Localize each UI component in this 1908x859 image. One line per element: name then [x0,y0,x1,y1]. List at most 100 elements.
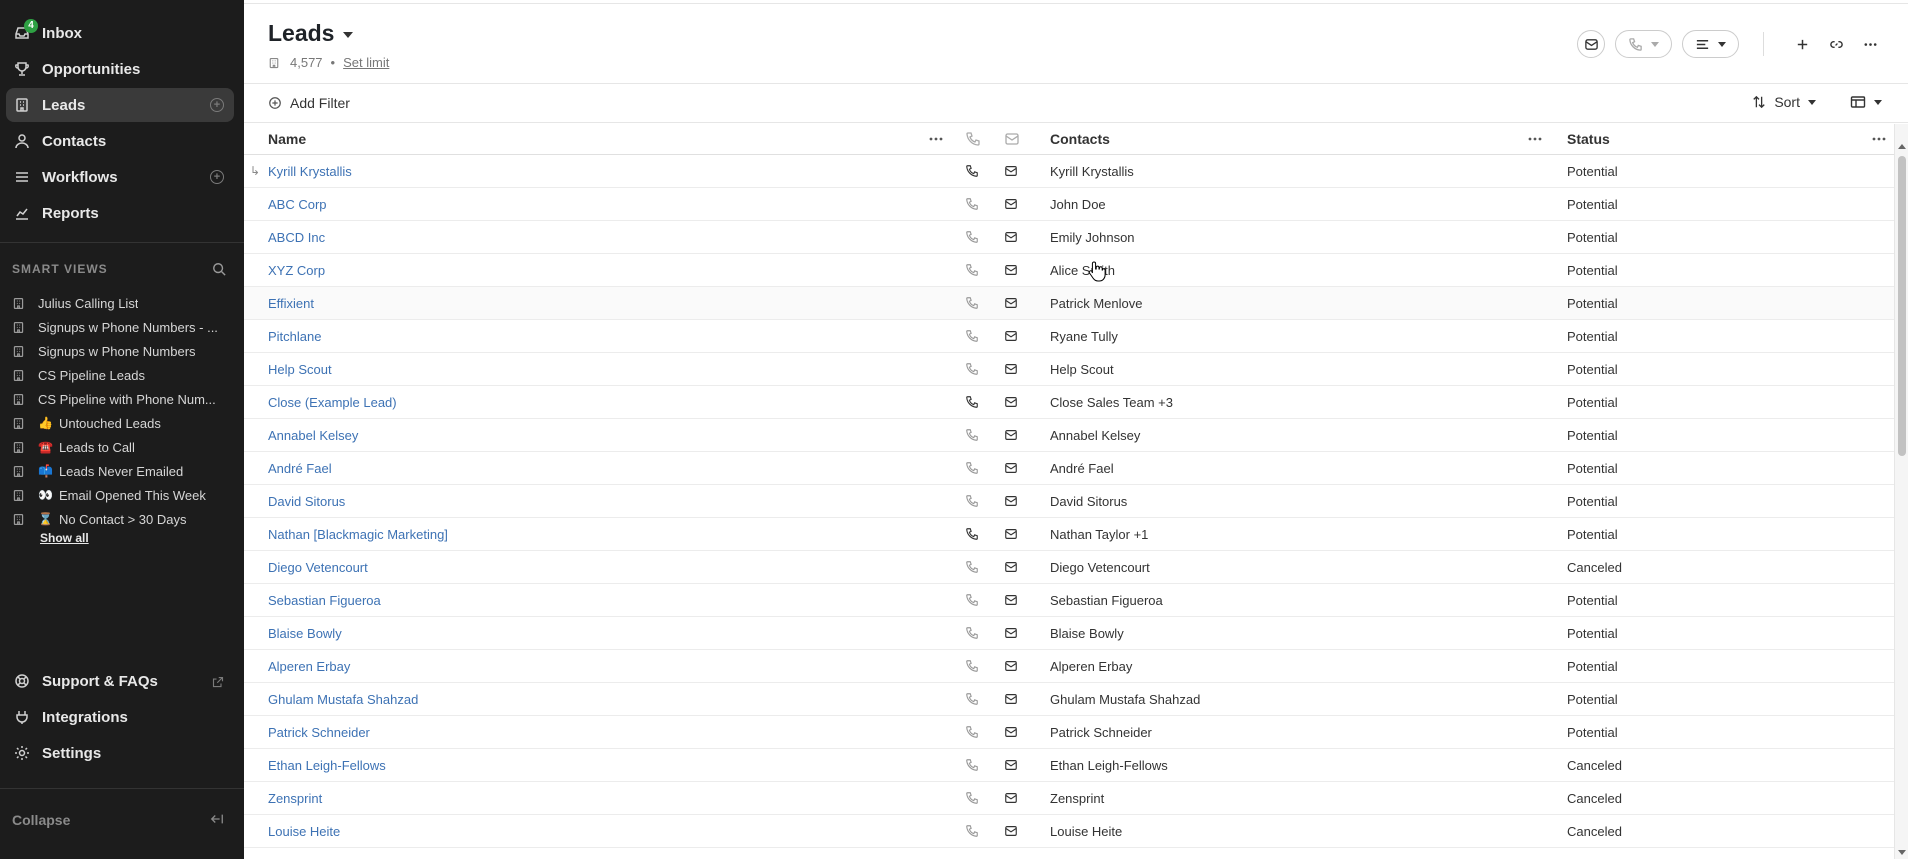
smart-view-item[interactable]: ⌛ No Contact > 30 Days [0,507,244,531]
lead-name-link[interactable]: Close (Example Lead) [268,395,397,410]
chevron-down-icon[interactable] [343,31,354,38]
copy-link-button[interactable] [1822,30,1850,58]
contact-name[interactable]: Patrick Menlove [1050,296,1142,311]
contact-name[interactable]: Ethan Leigh-Fellows [1050,758,1168,773]
mail-icon[interactable] [1004,758,1018,772]
call-button[interactable] [1615,30,1672,58]
table-row[interactable]: Patrick Schneider Patrick Schneider Potent… [244,716,1908,749]
table-row[interactable]: Alperen Erbay Alperen Erbay Potential [244,650,1908,683]
table-row[interactable]: Diego Vetencourt Diego Vetencourt Canceled [244,551,1908,584]
contact-name[interactable]: Alperen Erbay [1050,659,1132,674]
phone-icon[interactable] [965,791,979,805]
mail-icon[interactable] [1004,362,1018,376]
mail-icon[interactable] [1004,296,1018,310]
mail-icon[interactable] [1004,527,1018,541]
lead-name-link[interactable]: Kyrill Krystallis [268,164,352,179]
phone-icon[interactable] [965,626,979,640]
nav-workflows[interactable]: Workflows + [6,160,234,194]
table-row[interactable]: André Fael André Fael Potential [244,452,1908,485]
phone-icon[interactable] [965,560,979,574]
mail-icon[interactable] [1004,329,1018,343]
mail-icon[interactable] [1004,824,1018,838]
smart-view-item[interactable]: Signups w Phone Numbers - ... [0,315,244,339]
phone-icon[interactable] [965,692,979,706]
nav-integrations[interactable]: Integrations [6,700,234,734]
mail-icon[interactable] [1004,791,1018,805]
phone-icon[interactable] [965,164,979,178]
phone-icon[interactable] [965,362,979,376]
scroll-up-icon[interactable] [1898,144,1906,149]
lead-name-link[interactable]: Ghulam Mustafa Shahzad [268,692,418,707]
phone-icon[interactable] [965,593,979,607]
contact-name[interactable]: Nathan Taylor +1 [1050,527,1148,542]
phone-icon[interactable] [965,428,979,442]
collapse-button[interactable]: Collapse [0,788,244,859]
smart-view-item[interactable]: CS Pipeline Leads [0,363,244,387]
table-row[interactable]: Pitchlane Ryane Tully Potential [244,320,1908,353]
sort-button[interactable]: Sort [1752,94,1816,110]
lead-name-link[interactable]: Louise Heite [268,824,340,839]
smart-view-item[interactable]: 👍 Untouched Leads [0,411,244,435]
bulk-actions-button[interactable] [1682,30,1739,58]
contact-name[interactable]: David Sitorus [1050,494,1127,509]
smart-view-item[interactable]: ☎️ Leads to Call [0,435,244,459]
contact-name[interactable]: Zensprint [1050,791,1104,806]
lead-name-link[interactable]: ABC Corp [268,197,327,212]
mail-icon[interactable] [1004,197,1018,211]
lead-name-link[interactable]: Alperen Erbay [268,659,350,674]
table-row[interactable]: Nathan [Blackmagic Marketing] Nathan Tayl… [244,518,1908,551]
smart-view-item[interactable]: Julius Calling List [0,291,244,315]
smart-view-item[interactable]: CS Pipeline with Phone Num... [0,387,244,411]
lead-name-link[interactable]: Effixient [268,296,314,311]
phone-icon[interactable] [965,494,979,508]
phone-icon[interactable] [965,824,979,838]
phone-icon[interactable] [965,461,979,475]
table-row[interactable]: ABCD Inc Emily Johnson Potential [244,221,1908,254]
lead-name-link[interactable]: Help Scout [268,362,332,377]
nav-settings[interactable]: Settings [6,736,234,770]
lead-name-link[interactable]: XYZ Corp [268,263,325,278]
table-row[interactable]: Help Scout Help Scout Potential [244,353,1908,386]
more-horizontal-icon[interactable] [928,131,944,147]
scroll-thumb[interactable] [1898,156,1906,456]
contact-name[interactable]: Diego Vetencourt [1050,560,1150,575]
table-row[interactable]: Effixient Patrick Menlove Potential [244,287,1908,320]
more-horizontal-icon[interactable] [1527,131,1543,147]
phone-icon[interactable] [965,197,979,211]
smart-view-item[interactable]: 👀 Email Opened This Week [0,483,244,507]
lead-name-link[interactable]: Nathan [Blackmagic Marketing] [268,527,448,542]
lead-name-link[interactable]: Blaise Bowly [268,626,342,641]
nav-opportunities[interactable]: Opportunities [6,52,234,86]
scroll-down-icon[interactable] [1898,850,1906,855]
lead-name-link[interactable]: André Fael [268,461,332,476]
more-button[interactable] [1856,30,1884,58]
table-row[interactable]: Sebastian Figueroa Sebastian Figueroa Pote… [244,584,1908,617]
lead-name-link[interactable]: David Sitorus [268,494,345,509]
mail-icon[interactable] [1004,164,1018,178]
mail-icon[interactable] [1004,461,1018,475]
lead-name-link[interactable]: Diego Vetencourt [268,560,368,575]
page-title[interactable]: Leads [268,20,334,47]
table-row[interactable]: Ethan Leigh-Fellows Ethan Leigh-Fellows Ca… [244,749,1908,782]
phone-icon[interactable] [965,758,979,772]
nav-leads[interactable]: Leads + [6,88,234,122]
bulk-email-button[interactable] [1577,30,1605,58]
table-row[interactable]: Annabel Kelsey Annabel Kelsey Potential [244,419,1908,452]
table-row[interactable]: ABC Corp John Doe Potential [244,188,1908,221]
show-all-link[interactable]: Show all [0,531,244,551]
mail-icon[interactable] [1004,230,1018,244]
lead-name-link[interactable]: Pitchlane [268,329,321,344]
smart-view-item[interactable]: Signups w Phone Numbers [0,339,244,363]
search-icon[interactable] [212,262,226,276]
phone-icon[interactable] [965,296,979,310]
contact-name[interactable]: Sebastian Figueroa [1050,593,1163,608]
contact-name[interactable]: Blaise Bowly [1050,626,1124,641]
lead-name-link[interactable]: Zensprint [268,791,322,806]
contact-name[interactable]: Close Sales Team +3 [1050,395,1173,410]
contact-name[interactable]: Patrick Schneider [1050,725,1152,740]
nav-inbox[interactable]: 4 Inbox [6,16,234,50]
mail-icon[interactable] [1004,659,1018,673]
table-row[interactable]: XYZ Corp Alice Smith Potential [244,254,1908,287]
set-limit-link[interactable]: Set limit [343,55,389,70]
lead-name-link[interactable]: Annabel Kelsey [268,428,358,443]
